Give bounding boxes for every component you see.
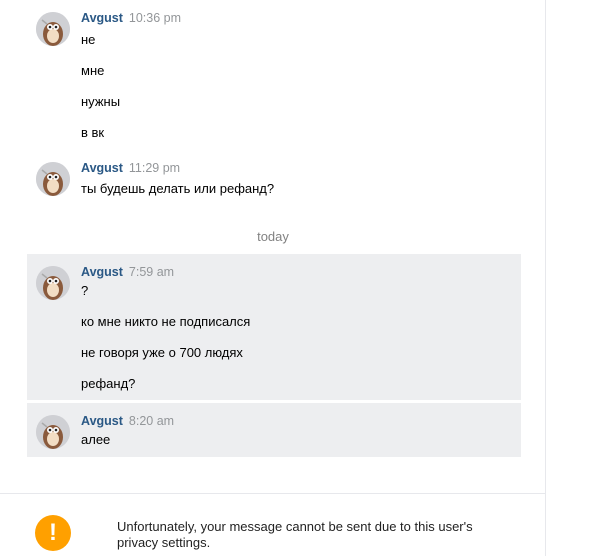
message-text: рефанд?: [81, 376, 136, 391]
message-text: не говоря уже о 700 людях: [81, 345, 243, 360]
message-time[interactable]: 7:59 am: [129, 265, 174, 279]
message-author[interactable]: Avgust 11:29 pm: [81, 161, 180, 175]
message-text: нужны: [81, 94, 121, 109]
chat-history: Avgust 10:36 pm не мне нужны в вк Avgust 1…: [0, 0, 546, 556]
author-name[interactable]: Avgust: [81, 11, 123, 25]
message-author[interactable]: Avgust 8:20 am: [81, 414, 174, 428]
message-group[interactable]: Avgust 10:36 pm не мне нужны в вк: [27, 0, 521, 150]
message-text: мне: [81, 63, 105, 78]
warning-icon: !: [35, 515, 71, 551]
privacy-notice: Unfortunately, your message cannot be se…: [117, 519, 473, 550]
avatar[interactable]: [36, 162, 70, 196]
message-author[interactable]: Avgust 7:59 am: [81, 265, 174, 279]
author-name[interactable]: Avgust: [81, 161, 123, 175]
message-time[interactable]: 10:36 pm: [129, 11, 181, 25]
message-text: ?: [81, 283, 89, 298]
date-separator: today: [257, 229, 289, 244]
message-text: ты будешь делать или рефанд?: [81, 181, 275, 196]
message-group-unread[interactable]: Avgust 8:20 am алее: [27, 403, 521, 457]
message-text: не: [81, 32, 96, 47]
message-group-unread[interactable]: Avgust 7:59 am ? ко мне никто не подписал…: [27, 254, 521, 400]
author-name[interactable]: Avgust: [81, 265, 123, 279]
message-time[interactable]: 8:20 am: [129, 414, 174, 428]
author-name[interactable]: Avgust: [81, 414, 123, 428]
divider: [0, 493, 546, 494]
message-text: алее: [81, 432, 111, 447]
avatar[interactable]: [36, 12, 70, 46]
message-text: ко мне никто не подписался: [81, 314, 251, 329]
message-text: в вк: [81, 125, 105, 140]
avatar[interactable]: [36, 415, 70, 449]
message-author[interactable]: Avgust 10:36 pm: [81, 11, 181, 25]
message-group[interactable]: Avgust 11:29 pm ты будешь делать или рефа…: [27, 150, 521, 206]
message-time[interactable]: 11:29 pm: [129, 161, 180, 175]
avatar[interactable]: [36, 266, 70, 300]
page-margin: [546, 0, 600, 556]
